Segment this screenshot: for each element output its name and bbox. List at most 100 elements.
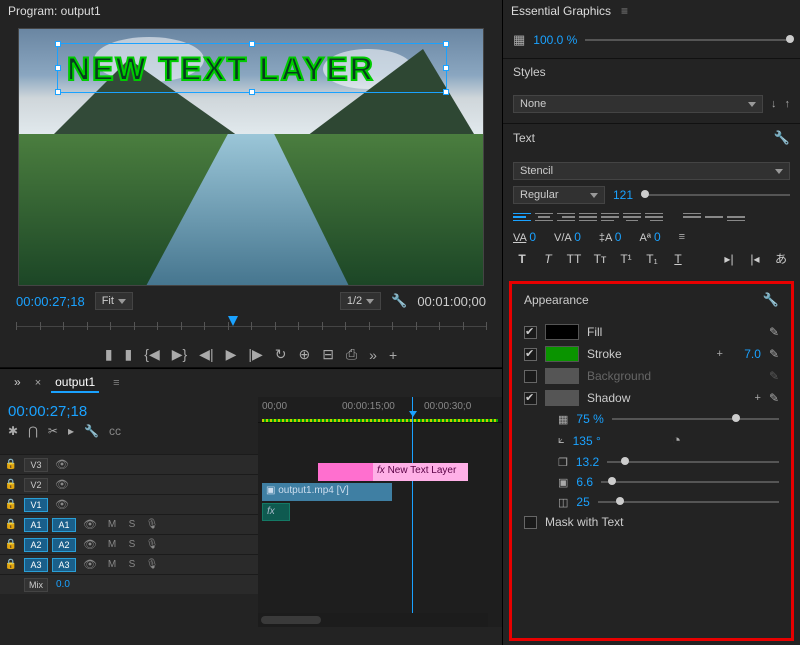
timeline-timecode[interactable]: 00:00:27;18: [8, 403, 250, 420]
track-patch[interactable]: A2: [24, 538, 48, 552]
go-to-out-icon[interactable]: ▶}: [172, 346, 187, 363]
mask-checkbox[interactable]: [524, 516, 537, 529]
shadow-blur-slider[interactable]: [598, 501, 779, 503]
align-right-icon[interactable]: [557, 210, 575, 224]
valign-top-icon[interactable]: [683, 210, 701, 224]
toggle-output-icon[interactable]: 👁: [78, 518, 102, 531]
allcaps-icon[interactable]: TT: [565, 252, 583, 266]
program-current-timecode[interactable]: 00:00:27;18: [16, 294, 85, 309]
clip-a1-audio[interactable]: fx: [262, 503, 290, 521]
clip-v2-textlayer[interactable]: fx New Text Layer: [373, 463, 468, 481]
toggle-output-icon[interactable]: 👁: [50, 498, 74, 511]
loop-icon[interactable]: ↻: [275, 346, 287, 363]
mute-button[interactable]: M: [102, 559, 122, 570]
magnet-icon[interactable]: ⋂: [28, 424, 38, 438]
lock-icon[interactable]: 🔒: [0, 459, 22, 470]
valign-middle-icon[interactable]: [705, 210, 723, 224]
shadow-blur-value[interactable]: 25: [576, 495, 589, 509]
export-frame-icon[interactable]: ⎙: [346, 346, 357, 363]
font-size-slider[interactable]: [641, 194, 790, 196]
close-tab-icon[interactable]: ×: [35, 377, 41, 389]
tab-left-icon[interactable]: ▸|: [720, 252, 738, 266]
linked-select-icon[interactable]: ✂: [48, 424, 58, 438]
lock-icon[interactable]: 🔒: [0, 479, 22, 490]
wrench-icon[interactable]: 🔧: [763, 292, 779, 308]
bold-icon[interactable]: T: [513, 252, 531, 266]
wrench-icon[interactable]: 🔧: [774, 130, 790, 146]
snap-icon[interactable]: ✱: [8, 424, 18, 438]
opacity-value[interactable]: 100.0 %: [533, 33, 577, 47]
smallcaps-icon[interactable]: Tᴛ: [591, 252, 609, 266]
fill-color-swatch[interactable]: [545, 324, 579, 340]
track-target[interactable]: V1: [24, 498, 48, 512]
align-center-icon[interactable]: [535, 210, 553, 224]
font-family-dropdown[interactable]: Stencil: [513, 162, 790, 180]
timeline-ruler[interactable]: 00;00 00:00:15;00 00:00:30;0: [258, 397, 502, 423]
wrench-icon[interactable]: 🔧: [391, 293, 407, 309]
toggle-output-icon[interactable]: 👁: [50, 458, 74, 471]
toggle-output-icon[interactable]: 👁: [78, 558, 102, 571]
cc-icon[interactable]: cc: [109, 424, 121, 438]
shadow-size-value[interactable]: 6.6: [576, 475, 593, 489]
align-justify-icon[interactable]: [579, 210, 597, 224]
align-justify-last-right-icon[interactable]: [645, 210, 663, 224]
shadow-checkbox[interactable]: [524, 392, 537, 405]
underline-icon[interactable]: T: [669, 252, 687, 266]
solo-button[interactable]: S: [122, 519, 142, 530]
track-target[interactable]: V3: [24, 458, 48, 472]
eyedropper-icon[interactable]: ✎: [769, 391, 779, 405]
solo-button[interactable]: S: [122, 559, 142, 570]
play-icon[interactable]: ▶: [226, 346, 237, 363]
solo-button[interactable]: S: [122, 539, 142, 550]
insert-icon[interactable]: ⊕: [299, 346, 311, 363]
baseline-field[interactable]: Aª 0: [639, 230, 660, 244]
mute-button[interactable]: M: [102, 519, 122, 530]
lock-icon[interactable]: 🔒: [0, 559, 22, 570]
valign-bottom-icon[interactable]: [727, 210, 745, 224]
eyedropper-icon[interactable]: ✎: [769, 347, 779, 361]
more-icon[interactable]: »: [369, 347, 377, 363]
font-weight-dropdown[interactable]: Regular: [513, 186, 605, 204]
shadow-opacity-value[interactable]: 75 %: [576, 412, 603, 426]
prev-tab-icon[interactable]: »: [10, 373, 25, 393]
playhead-icon[interactable]: [228, 316, 238, 326]
glyph-icon[interactable]: あ: [772, 250, 790, 267]
more-icon[interactable]: ≡: [679, 231, 685, 243]
clip-v1-video[interactable]: ▣ output1.mp4 [V]: [262, 483, 392, 501]
background-color-swatch[interactable]: [545, 368, 579, 384]
track-target[interactable]: V2: [24, 478, 48, 492]
align-left-icon[interactable]: [513, 210, 531, 224]
shadow-distance-slider[interactable]: [607, 461, 779, 463]
stroke-width[interactable]: 7.0: [731, 347, 761, 361]
shadow-distance-value[interactable]: 13.2: [576, 455, 599, 469]
shadow-size-slider[interactable]: [601, 481, 779, 483]
mute-button[interactable]: M: [102, 539, 122, 550]
tab-right-icon[interactable]: |◂: [746, 252, 764, 266]
leading-field[interactable]: ‡A 0: [599, 230, 622, 244]
add-button-icon[interactable]: +: [389, 347, 397, 363]
eyedropper-icon[interactable]: ✎: [769, 325, 779, 339]
push-style-icon[interactable]: ↓: [771, 98, 777, 110]
mark-in-icon[interactable]: ▮: [105, 346, 113, 363]
stroke-color-swatch[interactable]: [545, 346, 579, 362]
lock-icon[interactable]: 🔒: [0, 519, 22, 530]
panel-menu-icon[interactable]: ≡: [113, 377, 119, 389]
lock-icon[interactable]: 🔒: [0, 539, 22, 550]
voiceover-icon[interactable]: 🎙: [142, 539, 162, 550]
program-ruler[interactable]: [16, 316, 486, 340]
voiceover-icon[interactable]: 🎙: [142, 519, 162, 530]
timeline-tab[interactable]: output1: [51, 373, 99, 393]
toggle-output-icon[interactable]: 👁: [50, 478, 74, 491]
track-patch[interactable]: A3: [24, 558, 48, 572]
voiceover-icon[interactable]: 🎙: [142, 559, 162, 570]
align-justify-last-center-icon[interactable]: [623, 210, 641, 224]
lock-icon[interactable]: 🔒: [0, 499, 22, 510]
settings-wrench-icon[interactable]: 🔧: [84, 424, 99, 438]
marker-icon[interactable]: ▸: [68, 424, 74, 438]
track-target[interactable]: A3: [52, 558, 76, 572]
add-stroke-icon[interactable]: +: [717, 348, 723, 360]
mix-value[interactable]: 0.0: [56, 579, 70, 590]
superscript-icon[interactable]: T¹: [617, 252, 635, 266]
toggle-output-icon[interactable]: 👁: [78, 538, 102, 551]
mark-out-icon[interactable]: ▮: [125, 346, 133, 363]
